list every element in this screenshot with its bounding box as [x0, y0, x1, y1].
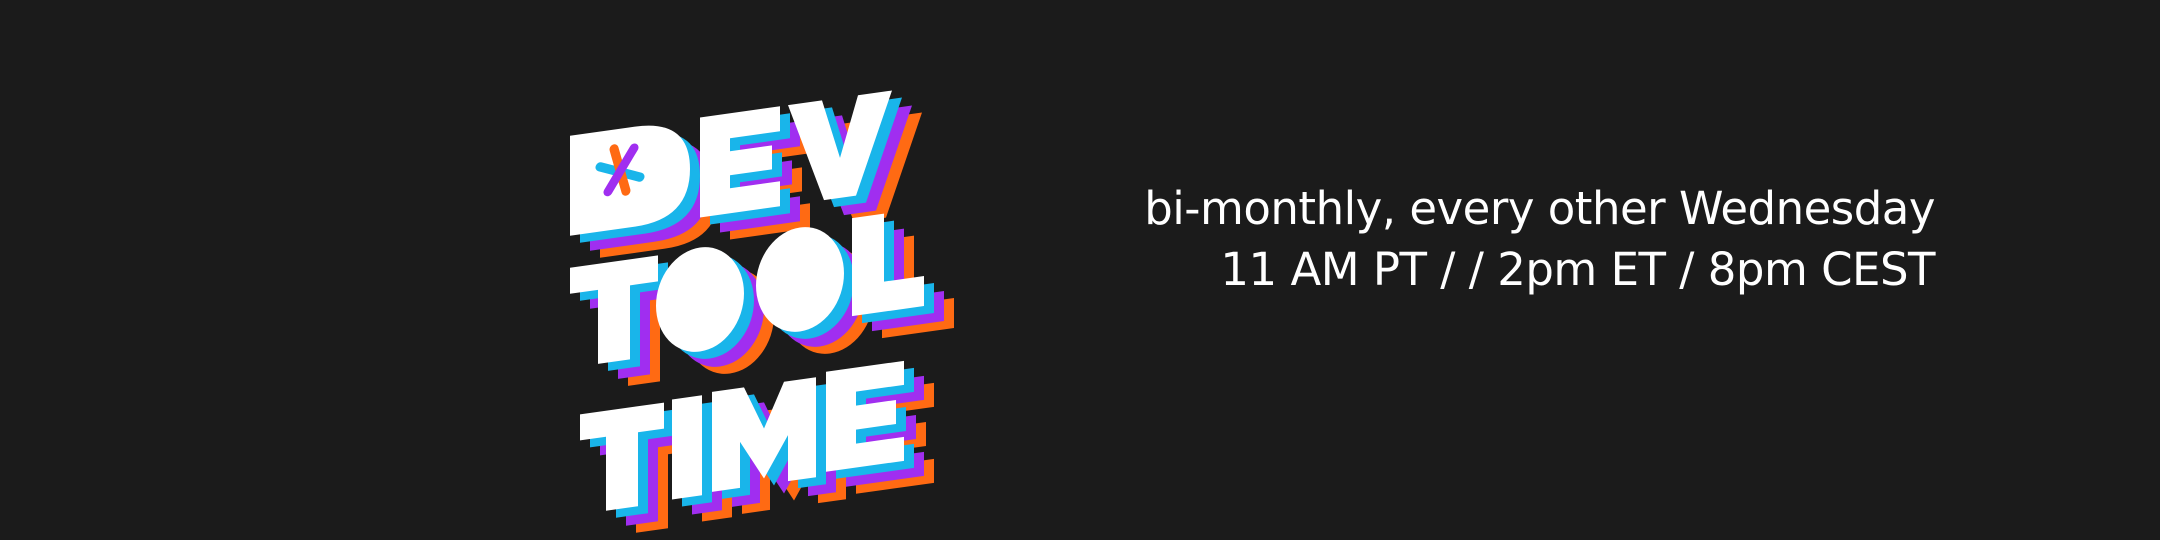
dev-tool-time-logo: [570, 90, 954, 537]
banner: bi-monthly, every other Wednesday 11 AM …: [0, 0, 2160, 540]
schedule-times: 11 AM PT / / 2pm ET / 8pm CEST: [1220, 243, 1935, 296]
schedule-frequency: bi-monthly, every other Wednesday: [1144, 182, 1935, 235]
schedule-info: bi-monthly, every other Wednesday 11 AM …: [1144, 178, 1935, 300]
